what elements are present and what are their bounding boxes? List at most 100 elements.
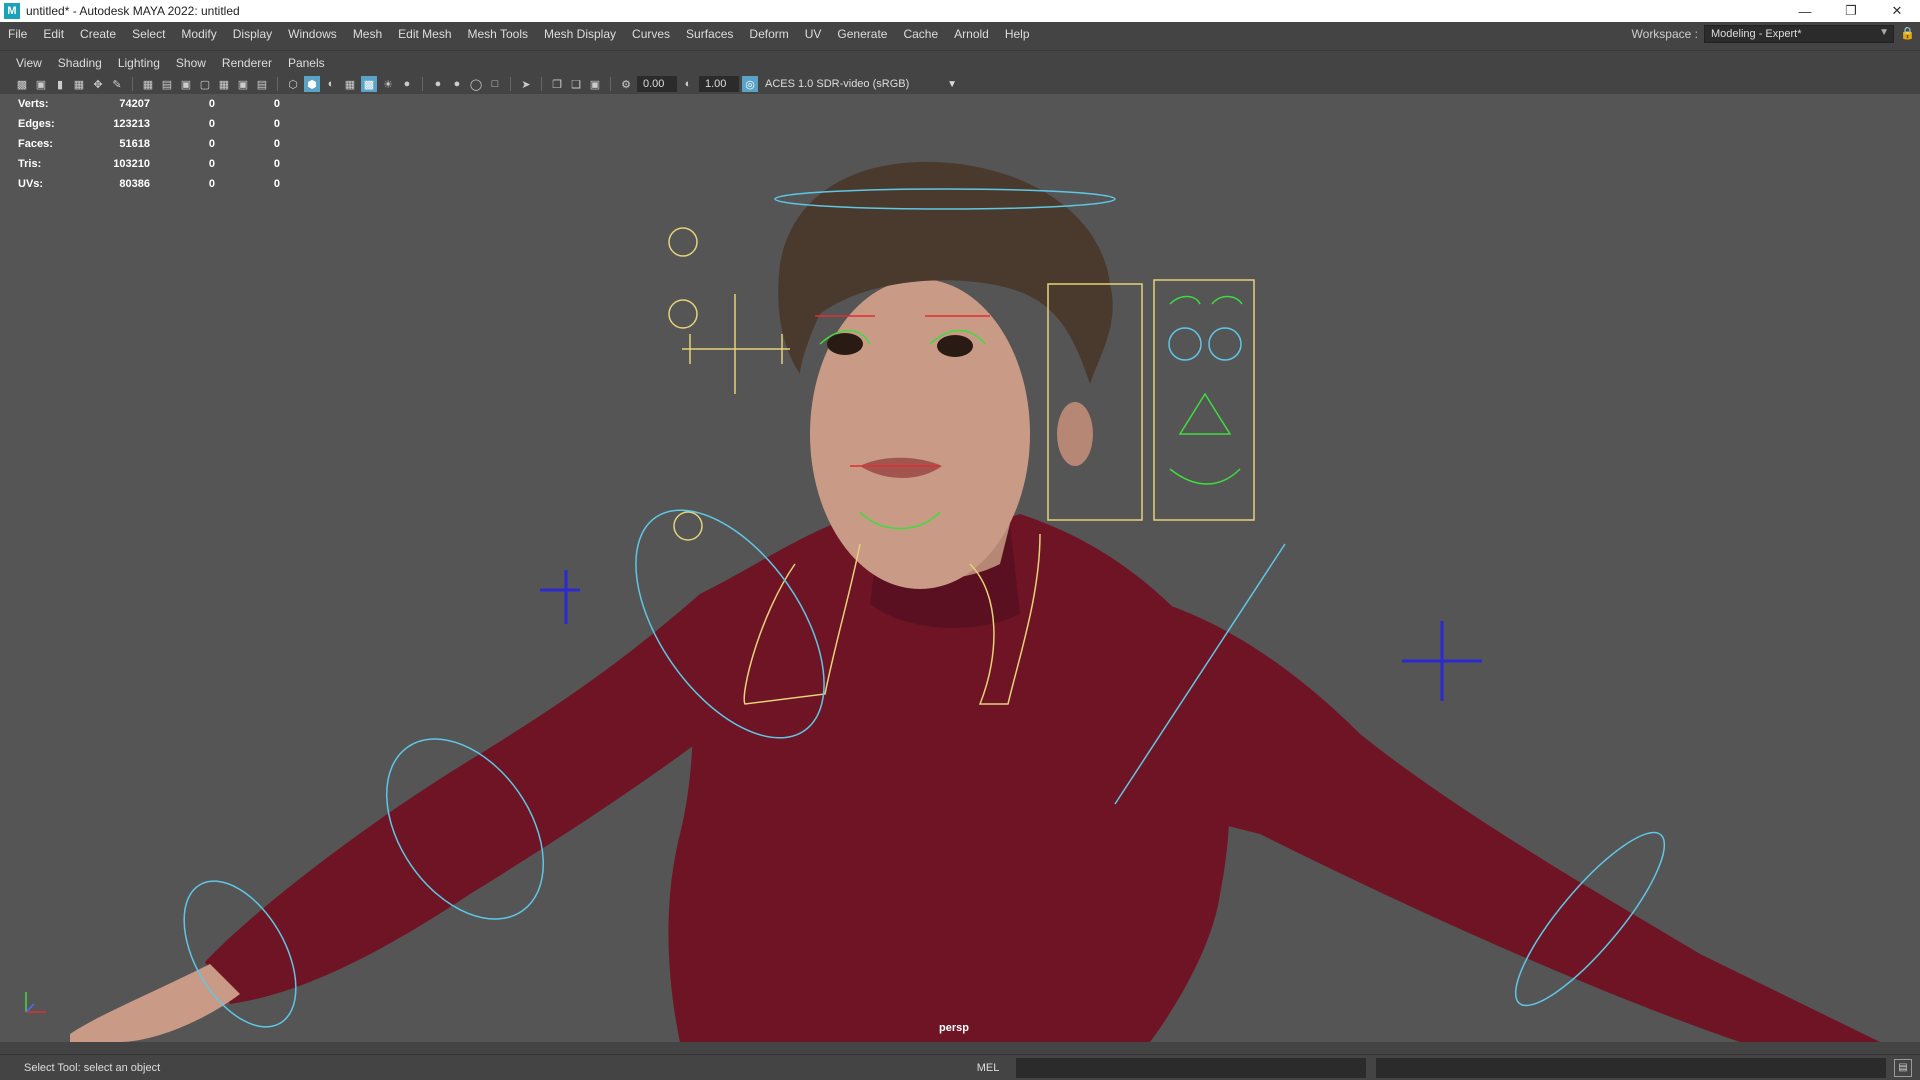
view-transform-value: ACES 1.0 SDR-video (sRGB)	[765, 78, 910, 90]
window-title: untitled* - Autodesk MAYA 2022: untitled	[26, 4, 240, 18]
menu-file[interactable]: File	[0, 22, 35, 46]
menu-help[interactable]: Help	[997, 22, 1038, 46]
menu-edit[interactable]: Edit	[35, 22, 72, 46]
hud-component: 0	[273, 178, 280, 190]
menu-deform[interactable]: Deform	[741, 22, 796, 46]
hud-row: Tris: 103210 0 0	[18, 154, 280, 174]
script-editor-icon[interactable]: ▤	[1894, 1058, 1912, 1077]
help-line: Select Tool: select an object	[24, 1061, 161, 1074]
view-transform-dropdown[interactable]: ACES 1.0 SDR-video (sRGB) ▼	[761, 76, 961, 92]
right-sleeve	[1130, 594, 1880, 1042]
panel-mouth	[1169, 468, 1241, 485]
workspace-label: Workspace :	[1631, 27, 1698, 41]
hud-label: Verts:	[18, 98, 49, 110]
multisample-aa-icon[interactable]: ●	[449, 76, 465, 92]
workspace-selector: Workspace : Modeling - Expert* ▼ 🔒	[1632, 22, 1920, 46]
hud-value: 80386	[119, 178, 150, 190]
backface-culling-icon[interactable]: ▣	[587, 76, 603, 92]
hip-ctrl-l	[540, 570, 580, 624]
neck-ctrl	[673, 511, 703, 541]
safe-action-icon[interactable]: ▣	[235, 76, 251, 92]
left-hand	[70, 964, 240, 1042]
image-plane-icon[interactable]: ▦	[71, 76, 87, 92]
hud-value: 51618	[119, 138, 150, 150]
color-management-icon[interactable]: ◎	[742, 76, 758, 92]
eye-ctrl	[668, 299, 698, 329]
left-eye	[827, 333, 863, 355]
exposure-field[interactable]: 0.00	[637, 76, 677, 92]
menu-create[interactable]: Create	[72, 22, 124, 46]
toolbar-divider	[277, 77, 278, 91]
restore-icon[interactable]: ❐	[1828, 0, 1874, 22]
safe-title-icon[interactable]: ▤	[254, 76, 270, 92]
gate-mask-icon[interactable]: ▢	[197, 76, 213, 92]
menu-cache[interactable]: Cache	[895, 22, 946, 46]
workspace-value: Modeling - Expert*	[1711, 28, 1802, 40]
isolate-select-icon[interactable]: □	[487, 76, 503, 92]
3d-viewport[interactable]: Verts: 74207 0 0 Edges: 123213 0 0 Faces…	[0, 94, 1920, 1042]
panel-menu-show[interactable]: Show	[168, 56, 214, 70]
wireframe-on-shaded-icon[interactable]: ◐	[323, 76, 339, 92]
motion-blur-icon[interactable]: ●	[430, 76, 446, 92]
grid-icon[interactable]: ▦	[140, 76, 156, 92]
smooth-shade-icon[interactable]: ⬢	[304, 76, 320, 92]
film-gate-icon[interactable]: ▤	[159, 76, 175, 92]
panel-menu-bar: View Shading Lighting Show Renderer Pane…	[0, 50, 1920, 74]
menu-uv[interactable]: UV	[797, 22, 830, 46]
command-line: Select Tool: select an object MEL ▤	[0, 1054, 1920, 1080]
panel-menu-shading[interactable]: Shading	[50, 56, 110, 70]
hud-component: 0	[273, 158, 280, 170]
wireframe-icon[interactable]: ⬡	[285, 76, 301, 92]
panel-brows	[1169, 295, 1243, 305]
exposure-icon[interactable]: ⚙	[618, 76, 634, 92]
menu-select[interactable]: Select	[124, 22, 173, 46]
hud-value: 103210	[113, 158, 150, 170]
use-all-lights-icon[interactable]: ▩	[361, 76, 377, 92]
textured-icon[interactable]: ▦	[342, 76, 358, 92]
right-eye	[937, 335, 973, 357]
toolbar-divider	[541, 77, 542, 91]
workspace-dropdown[interactable]: Modeling - Expert* ▼	[1704, 25, 1894, 43]
2d-pan-zoom-icon[interactable]: ✥	[90, 76, 106, 92]
xray-active-components-icon[interactable]: ❑	[568, 76, 584, 92]
panel-menu-lighting[interactable]: Lighting	[110, 56, 168, 70]
hud-value: 74207	[119, 98, 150, 110]
bookmark-icon[interactable]: ▮	[52, 76, 68, 92]
menu-mesh[interactable]: Mesh	[345, 22, 390, 46]
xray-icon[interactable]: ➤	[518, 76, 534, 92]
minimize-icon[interactable]: —	[1782, 0, 1828, 22]
menu-edit-mesh[interactable]: Edit Mesh	[390, 22, 459, 46]
panel-menu-panels[interactable]: Panels	[280, 56, 333, 70]
menu-arnold[interactable]: Arnold	[946, 22, 997, 46]
camera-attributes-icon[interactable]: ▣	[33, 76, 49, 92]
camera-select-icon[interactable]: ▩	[14, 76, 30, 92]
hud-selected: 0	[208, 178, 215, 190]
gamma-field[interactable]: 1.00	[699, 76, 739, 92]
grease-pencil-icon[interactable]: ✎	[109, 76, 125, 92]
lock-icon[interactable]: 🔒	[1900, 26, 1915, 42]
panel-menu-view[interactable]: View	[8, 56, 50, 70]
shadows-icon[interactable]: ☀	[380, 76, 396, 92]
gamma-icon[interactable]: ◐	[680, 76, 696, 92]
hud-label: Tris:	[18, 158, 42, 170]
menu-curves[interactable]: Curves	[624, 22, 678, 46]
menu-modify[interactable]: Modify	[173, 22, 224, 46]
menu-mesh-display[interactable]: Mesh Display	[536, 22, 624, 46]
menu-display[interactable]: Display	[225, 22, 280, 46]
command-input[interactable]	[1016, 1057, 1366, 1078]
panel-menu-renderer[interactable]: Renderer	[214, 56, 280, 70]
script-language-toggle[interactable]: MEL	[960, 1062, 1016, 1074]
screen-space-ao-icon[interactable]: ●	[399, 76, 415, 92]
menu-surfaces[interactable]: Surfaces	[678, 22, 741, 46]
menu-generate[interactable]: Generate	[829, 22, 895, 46]
depth-of-field-icon[interactable]: ◯	[468, 76, 484, 92]
menu-mesh-tools[interactable]: Mesh Tools	[460, 22, 536, 46]
hud-component: 0	[273, 98, 280, 110]
field-chart-icon[interactable]: ▦	[216, 76, 232, 92]
close-icon[interactable]: ✕	[1874, 0, 1920, 22]
resolution-gate-icon[interactable]: ▣	[178, 76, 194, 92]
menu-windows[interactable]: Windows	[280, 22, 345, 46]
panel-eye-r	[1208, 327, 1242, 361]
xray-joints-icon[interactable]: ❐	[549, 76, 565, 92]
title-bar: M untitled* - Autodesk MAYA 2022: untitl…	[0, 0, 1920, 22]
